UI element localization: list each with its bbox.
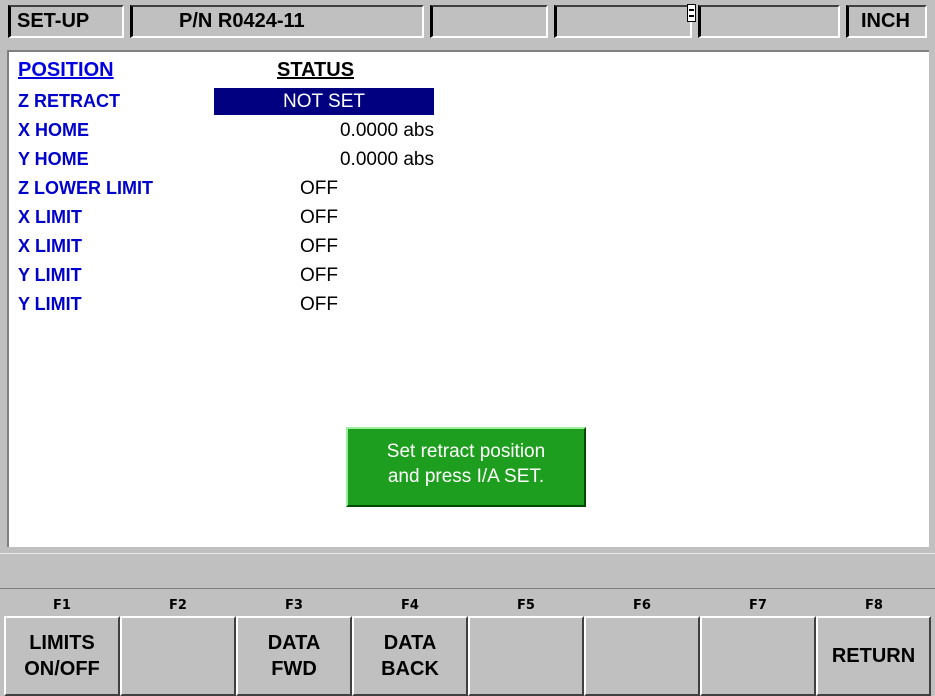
- row-label: X LIMIT: [18, 236, 82, 256]
- fkey-number-f3: F3: [285, 598, 303, 613]
- row-status: OFF: [300, 294, 338, 315]
- row-status-selected[interactable]: NOT SET: [214, 88, 434, 115]
- data-back-button[interactable]: DATA BACK: [352, 616, 468, 696]
- row-status: OFF: [300, 207, 338, 228]
- prompt-message-box: Set retract position and press I/A SET.: [346, 427, 586, 507]
- fkey-number-f1: F1: [53, 598, 71, 613]
- row-status: OFF: [300, 178, 338, 199]
- prompt-line-2: and press I/A SET.: [387, 466, 545, 487]
- fkey-number-f6: F6: [633, 598, 651, 613]
- status-column-header: STATUS: [277, 59, 355, 81]
- dro-screen: SET-UP P/N R0424-11 INCH POSITION STATUS…: [0, 0, 935, 696]
- fkey-label-line2: BACK: [381, 658, 439, 680]
- row-status: 0.0000 abs: [339, 149, 434, 170]
- data-fwd-button[interactable]: DATA FWD: [236, 616, 352, 696]
- row-label: Z RETRACT: [18, 91, 120, 111]
- message-bar: [0, 553, 935, 589]
- units-indicator: INCH: [846, 5, 927, 38]
- f5-button[interactable]: [468, 616, 584, 696]
- prompt-line-1: Set retract position: [386, 441, 546, 462]
- row-label: Z LOWER LIMIT: [18, 178, 153, 198]
- fkey-label-line2: ON/OFF: [24, 658, 100, 680]
- limits-on-off-button[interactable]: LIMITS ON/OFF: [4, 616, 120, 696]
- fkey-number-f5: F5: [517, 598, 535, 613]
- position-column-header: POSITION: [18, 59, 114, 81]
- table-row-x-limit[interactable]: X LIMIT OFF: [9, 233, 909, 262]
- part-number-text: P/N R0424-11: [179, 10, 305, 32]
- row-status: OFF: [300, 265, 338, 286]
- f6-button[interactable]: [584, 616, 700, 696]
- fkey-label-line1: LIMITS: [29, 632, 95, 654]
- row-label: Y HOME: [18, 149, 89, 169]
- fkey-label-line1: DATA: [267, 632, 321, 654]
- fkey-number-f4: F4: [401, 598, 419, 613]
- f2-button[interactable]: [120, 616, 236, 696]
- row-status: OFF: [300, 236, 338, 257]
- row-label: Y LIMIT: [18, 265, 82, 285]
- fkey-number-f8: F8: [865, 598, 883, 613]
- table-row-y-home[interactable]: Y HOME 0.0000 abs: [9, 146, 909, 175]
- return-button[interactable]: RETURN: [816, 616, 931, 696]
- table-row-y-limit[interactable]: Y LIMIT OFF: [9, 262, 909, 291]
- status-field-3: [430, 5, 548, 38]
- status-field-4: [554, 5, 692, 38]
- row-label: Y LIMIT: [18, 294, 82, 314]
- table-row-z-lower-limit[interactable]: Z LOWER LIMIT OFF: [9, 175, 909, 204]
- fkey-label-line1: DATA: [383, 632, 437, 654]
- f7-button[interactable]: [700, 616, 816, 696]
- function-key-bar: F1 F2 F3 F4 F5 F6 F7 F8 LIMITS ON/OFF DA…: [0, 590, 935, 696]
- fkey-label-line1: RETURN: [831, 645, 916, 667]
- table-row-z-retract[interactable]: Z RETRACT NOT SET: [9, 88, 909, 117]
- table-row-y-limit[interactable]: Y LIMIT OFF: [9, 291, 909, 320]
- fkey-number-f7: F7: [749, 598, 767, 613]
- battery-icon: [687, 4, 696, 22]
- table-row-x-limit[interactable]: X LIMIT OFF: [9, 204, 909, 233]
- mode-indicator: SET-UP: [8, 5, 124, 38]
- part-number-field: P/N R0424-11: [130, 5, 424, 38]
- main-panel: POSITION STATUS Z RETRACT NOT SET X HOME…: [7, 50, 929, 547]
- table-row-x-home[interactable]: X HOME 0.0000 abs: [9, 117, 909, 146]
- top-status-bar: SET-UP P/N R0424-11 INCH: [0, 0, 935, 44]
- fkey-label-line2: FWD: [271, 658, 317, 680]
- status-field-5: [698, 5, 840, 38]
- row-status: 0.0000 abs: [339, 120, 434, 141]
- fkey-number-f2: F2: [169, 598, 187, 613]
- row-label: X LIMIT: [18, 207, 82, 227]
- row-label: X HOME: [18, 120, 90, 140]
